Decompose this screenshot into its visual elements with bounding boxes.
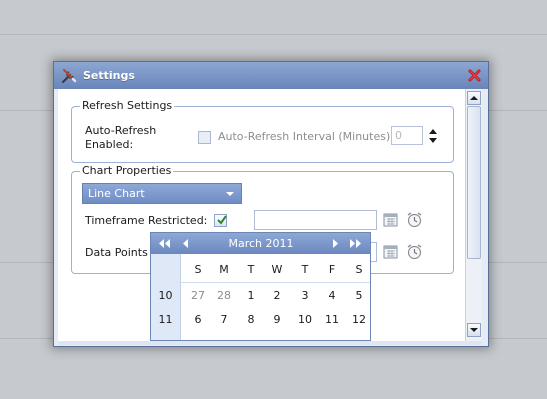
refresh-interval-label: Auto-Refresh Interval (Minutes): bbox=[218, 130, 394, 143]
refresh-settings-group: Refresh Settings Auto-Refresh Enabled: A… bbox=[71, 99, 454, 163]
calendar-day[interactable]: 5 bbox=[346, 289, 370, 302]
auto-refresh-label: Auto-Refresh bbox=[85, 124, 157, 137]
calendar-day[interactable]: 6 bbox=[185, 313, 211, 326]
auto-refresh-label-continued: Enabled: bbox=[85, 138, 134, 151]
calendar-day[interactable]: 9 bbox=[264, 313, 290, 326]
day-header-mon: M bbox=[219, 263, 229, 276]
calendar-day[interactable]: 7 bbox=[211, 313, 237, 326]
calendar-month-title[interactable]: March 2011 bbox=[211, 237, 311, 250]
date-picker-popup: March 2011 S M T W T F S 10 27 28 1 2 3 … bbox=[150, 232, 371, 341]
day-header-sat: S bbox=[355, 263, 363, 276]
calendar-icon[interactable] bbox=[382, 211, 399, 228]
interval-spinner-icon[interactable] bbox=[428, 126, 438, 146]
calendar-day[interactable]: 28 bbox=[211, 289, 237, 302]
chevron-down-icon bbox=[226, 192, 234, 196]
scroll-down-button[interactable] bbox=[467, 323, 481, 337]
day-header-tue: T bbox=[247, 263, 255, 276]
day-header-fri: F bbox=[328, 263, 336, 276]
chart-type-dropdown[interactable]: Line Chart bbox=[82, 183, 242, 204]
calendar-day[interactable]: 11 bbox=[319, 313, 345, 326]
week-number: 11 bbox=[158, 313, 173, 326]
day-header-thu: T bbox=[301, 263, 309, 276]
calendar-day[interactable]: 3 bbox=[292, 289, 318, 302]
tools-icon bbox=[61, 69, 77, 84]
checkmark-icon bbox=[217, 215, 227, 225]
alarm-clock-icon[interactable] bbox=[406, 211, 423, 228]
calendar-day[interactable]: 4 bbox=[319, 289, 345, 302]
chart-type-value: Line Chart bbox=[88, 187, 145, 200]
timeframe-restricted-checkbox[interactable] bbox=[214, 214, 227, 227]
calendar-icon[interactable] bbox=[382, 243, 399, 260]
scroll-up-button[interactable] bbox=[467, 91, 481, 105]
next-month-icon[interactable] bbox=[327, 233, 343, 254]
timeframe-date-input[interactable] bbox=[254, 210, 377, 230]
calendar-day[interactable]: 8 bbox=[238, 313, 264, 326]
calendar-day[interactable]: 27 bbox=[185, 289, 211, 302]
close-icon[interactable] bbox=[467, 68, 482, 83]
next-year-icon[interactable] bbox=[348, 233, 364, 254]
refresh-settings-legend: Refresh Settings bbox=[80, 99, 175, 112]
chevron-down-icon bbox=[470, 328, 478, 332]
day-header-sun: S bbox=[194, 263, 202, 276]
week-number: 10 bbox=[158, 289, 173, 302]
calendar-header-divider bbox=[181, 282, 370, 283]
calendar-day[interactable]: 10 bbox=[292, 313, 318, 326]
timeframe-restricted-label: Timeframe Restricted: bbox=[85, 214, 208, 227]
auto-refresh-enabled-checkbox[interactable] bbox=[198, 131, 211, 144]
calendar-day[interactable]: 2 bbox=[264, 289, 290, 302]
calendar-day[interactable]: 12 bbox=[346, 313, 370, 326]
chart-properties-legend: Chart Properties bbox=[80, 164, 174, 177]
previous-year-icon[interactable] bbox=[156, 233, 172, 254]
data-points-label: Data Points S bbox=[85, 246, 159, 259]
calendar-day[interactable]: 1 bbox=[238, 289, 264, 302]
chevron-up-icon bbox=[470, 96, 478, 100]
alarm-clock-icon[interactable] bbox=[406, 243, 423, 260]
background-rule bbox=[0, 34, 547, 35]
title-bar[interactable]: Settings bbox=[54, 62, 488, 89]
calendar-header: March 2011 bbox=[151, 233, 370, 254]
previous-month-icon[interactable] bbox=[178, 233, 194, 254]
vertical-scrollbar[interactable] bbox=[465, 89, 482, 341]
refresh-interval-input[interactable]: 0 bbox=[391, 126, 423, 145]
scrollbar-thumb[interactable] bbox=[467, 106, 481, 259]
day-header-wed: W bbox=[271, 263, 283, 276]
dialog-bottom-edge bbox=[58, 341, 482, 345]
window-title: Settings bbox=[83, 69, 135, 82]
